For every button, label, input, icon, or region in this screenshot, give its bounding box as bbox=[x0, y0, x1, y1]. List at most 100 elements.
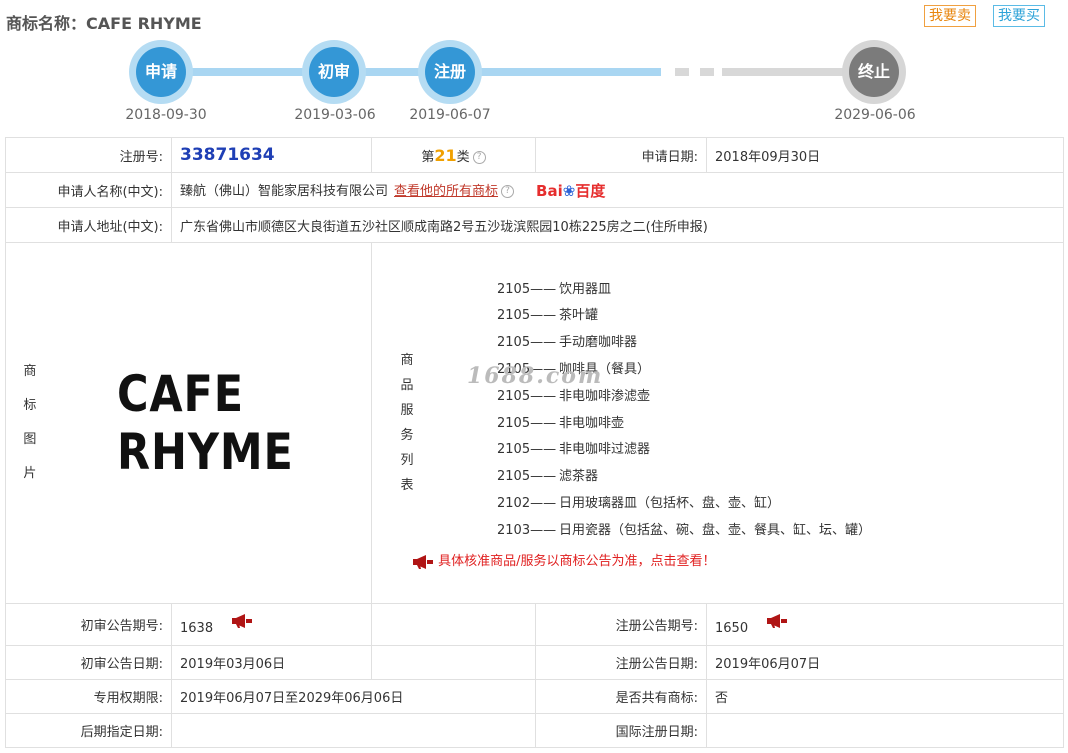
help-icon[interactable]: ? bbox=[472, 150, 486, 164]
goods-name: 非电咖啡渗滤壶 bbox=[559, 388, 651, 404]
later-date-value bbox=[171, 713, 536, 748]
megaphone-icon[interactable] bbox=[766, 613, 788, 628]
timeline-dash bbox=[700, 68, 714, 76]
intl-date-value bbox=[706, 713, 1064, 748]
table-row: 申请人地址(中文): 广东省佛山市顺德区大良街道五沙社区顺成南路2号五沙珑滨熙园… bbox=[5, 207, 1064, 243]
goods-name: 日用瓷器（包括盆、碗、盘、壶、餐具、缸、坛、罐） bbox=[559, 522, 872, 538]
empty-cell bbox=[371, 645, 536, 680]
timeline-date: 2018-09-30 bbox=[125, 107, 207, 123]
table-row: 初审公告日期: 2019年03月06日 注册公告日期: 2019年06月07日 bbox=[5, 645, 1064, 680]
image-label: 商 标 图 片 bbox=[6, 355, 54, 491]
address-label: 申请人地址(中文): bbox=[5, 207, 172, 243]
goods-code: 2102—— bbox=[497, 495, 557, 511]
prelim-no-label: 初审公告期号: bbox=[5, 603, 172, 646]
megaphone-icon bbox=[413, 554, 433, 569]
goods-code: 2105—— bbox=[497, 442, 557, 458]
class-number: 21 bbox=[434, 145, 457, 165]
timeline-date: 2019-06-07 bbox=[409, 107, 491, 123]
class-suffix: 类 bbox=[456, 149, 470, 165]
goods-notice-link[interactable]: 具体核准商品/服务以商标公告为准，点击查看！ bbox=[412, 550, 871, 569]
help-icon[interactable]: ? bbox=[501, 184, 515, 198]
table-row: 后期指定日期: 国际注册日期: bbox=[5, 713, 1064, 748]
goods-name: 饮用器皿 bbox=[559, 281, 612, 297]
all-marks-link[interactable]: 查看他的所有商标 bbox=[394, 184, 498, 199]
table-row: 初审公告期号: 1638 注册公告期号: 1650 bbox=[5, 603, 1064, 646]
goods-name: 茶叶罐 bbox=[559, 308, 599, 324]
page-title: 商标名称：CAFE RHYME bbox=[6, 10, 202, 34]
reg-no-label: 注册号: bbox=[5, 137, 172, 173]
sell-button[interactable]: 我要卖 bbox=[924, 5, 976, 27]
timeline-dash bbox=[675, 68, 689, 76]
table-row: 商 标 图 片 CAFE RHYME 商 品 服 务 列 表 2105—— 饮用… bbox=[5, 242, 1064, 604]
timeline-node-label: 初审 bbox=[309, 47, 359, 97]
reg-pub-date-label: 注册公告日期: bbox=[535, 645, 707, 680]
goods-name: 手动磨咖啡器 bbox=[559, 335, 638, 351]
logo-text: CAFE RHYME bbox=[116, 365, 294, 481]
watermark: 1688.com bbox=[467, 363, 604, 389]
goods-code: 2105—— bbox=[497, 415, 557, 431]
label-char: 商 bbox=[400, 353, 414, 368]
table-row: 专用权期限: 2019年06月07日至2029年06月06日 是否共有商标: 否 bbox=[5, 679, 1064, 714]
goods-code: 2105—— bbox=[497, 281, 557, 297]
goods-name: 日用玻璃器皿（包括杯、盘、壶、缸） bbox=[559, 495, 781, 511]
goods-list: 2105—— 饮用器皿 2105—— 茶叶罐 2105—— 手动磨咖啡器 2105——… bbox=[442, 277, 871, 545]
label-char: 图 bbox=[23, 432, 37, 447]
intl-date-label: 国际注册日期: bbox=[535, 713, 707, 748]
goods-name: 非电咖啡过滤器 bbox=[559, 442, 651, 458]
later-date-label: 后期指定日期: bbox=[5, 713, 172, 748]
list-item: 2102—— 日用玻璃器皿（包括杯、盘、壶、缸） bbox=[497, 491, 871, 518]
label-char: 服 bbox=[400, 403, 414, 418]
empty-cell bbox=[371, 603, 536, 646]
reg-no-cell: 33871634 bbox=[171, 137, 372, 173]
goods-code: 2105—— bbox=[497, 335, 557, 351]
trademark-image-cell: 商 标 图 片 CAFE RHYME bbox=[5, 242, 372, 604]
address-value: 广东省佛山市顺德区大良街道五沙社区顺成南路2号五沙珑滨熙园10栋225房之二(住… bbox=[171, 207, 1064, 243]
prelim-no-value: 1638 bbox=[180, 620, 214, 636]
baidu-search-link[interactable]: Bai❀百度 bbox=[536, 180, 605, 201]
label-char: 列 bbox=[400, 453, 414, 468]
reg-pub-no-label: 注册公告期号: bbox=[535, 603, 707, 646]
label-char: 片 bbox=[23, 466, 37, 481]
label-char: 表 bbox=[400, 478, 414, 493]
list-item: 2105—— 手动磨咖啡器 bbox=[497, 330, 871, 357]
label-char: 标 bbox=[23, 398, 37, 413]
applicant-value: 臻航（佛山）智能家居科技有限公司 bbox=[180, 183, 389, 199]
reg-pub-no-value: 1650 bbox=[715, 620, 749, 636]
list-item: 2105—— 茶叶罐 bbox=[497, 303, 871, 330]
reg-no-value: 33871634 bbox=[180, 145, 275, 165]
trademark-name: CAFE RHYME bbox=[86, 14, 202, 33]
label-char: 商 bbox=[23, 364, 37, 379]
table-row: 注册号: 33871634 第21类? 申请日期: 2018年09月30日 bbox=[5, 137, 1064, 173]
timeline-node-apply: 申请 bbox=[129, 40, 193, 104]
label-char: 品 bbox=[400, 378, 414, 393]
goods-cell: 商 品 服 务 列 表 2105—— 饮用器皿 2105—— 茶叶罐 2105—— 手… bbox=[371, 242, 1064, 604]
timeline-node-prelim: 初审 bbox=[302, 40, 366, 104]
goods-name: 非电咖啡壶 bbox=[559, 415, 625, 431]
list-item: 2105—— 滤茶器 bbox=[497, 464, 871, 491]
goods-name: 滤茶器 bbox=[559, 469, 599, 485]
goods-code: 2103—— bbox=[497, 522, 557, 538]
list-item: 2105—— 非电咖啡过滤器 bbox=[497, 437, 871, 464]
goods-list-wrap: 2105—— 饮用器皿 2105—— 茶叶罐 2105—— 手动磨咖啡器 2105——… bbox=[413, 277, 871, 569]
goods-label: 商 品 服 务 列 表 bbox=[372, 348, 442, 498]
list-item: 2103—— 日用瓷器（包括盆、碗、盘、壶、餐具、缸、坛、罐） bbox=[497, 518, 871, 545]
trademark-detail-table: 注册号: 33871634 第21类? 申请日期: 2018年09月30日 申请… bbox=[5, 137, 1064, 748]
reg-pub-no-cell: 1650 bbox=[706, 603, 1064, 646]
shared-label: 是否共有商标: bbox=[535, 679, 707, 714]
reg-pub-date-value: 2019年06月07日 bbox=[706, 645, 1064, 680]
timeline-date: 2029-06-06 bbox=[834, 107, 916, 123]
timeline-node-label: 申请 bbox=[136, 47, 186, 97]
term-value: 2019年06月07日至2029年06月06日 bbox=[171, 679, 536, 714]
list-item: 2105—— 非电咖啡壶 bbox=[497, 411, 871, 438]
table-row: 申请人名称(中文): 臻航（佛山）智能家居科技有限公司 查看他的所有商标? Bai❀… bbox=[5, 172, 1064, 208]
baidu-paw-icon: ❀ bbox=[562, 181, 576, 200]
shared-value: 否 bbox=[706, 679, 1064, 714]
prelim-date-label: 初审公告日期: bbox=[5, 645, 172, 680]
buy-button[interactable]: 我要买 bbox=[993, 5, 1045, 27]
apply-date-label: 申请日期: bbox=[535, 137, 707, 173]
term-label: 专用权期限: bbox=[5, 679, 172, 714]
goods-code: 2105—— bbox=[497, 308, 557, 324]
apply-date-value: 2018年09月30日 bbox=[706, 137, 1064, 173]
megaphone-icon[interactable] bbox=[231, 613, 253, 628]
prelim-date-value: 2019年03月06日 bbox=[171, 645, 372, 680]
